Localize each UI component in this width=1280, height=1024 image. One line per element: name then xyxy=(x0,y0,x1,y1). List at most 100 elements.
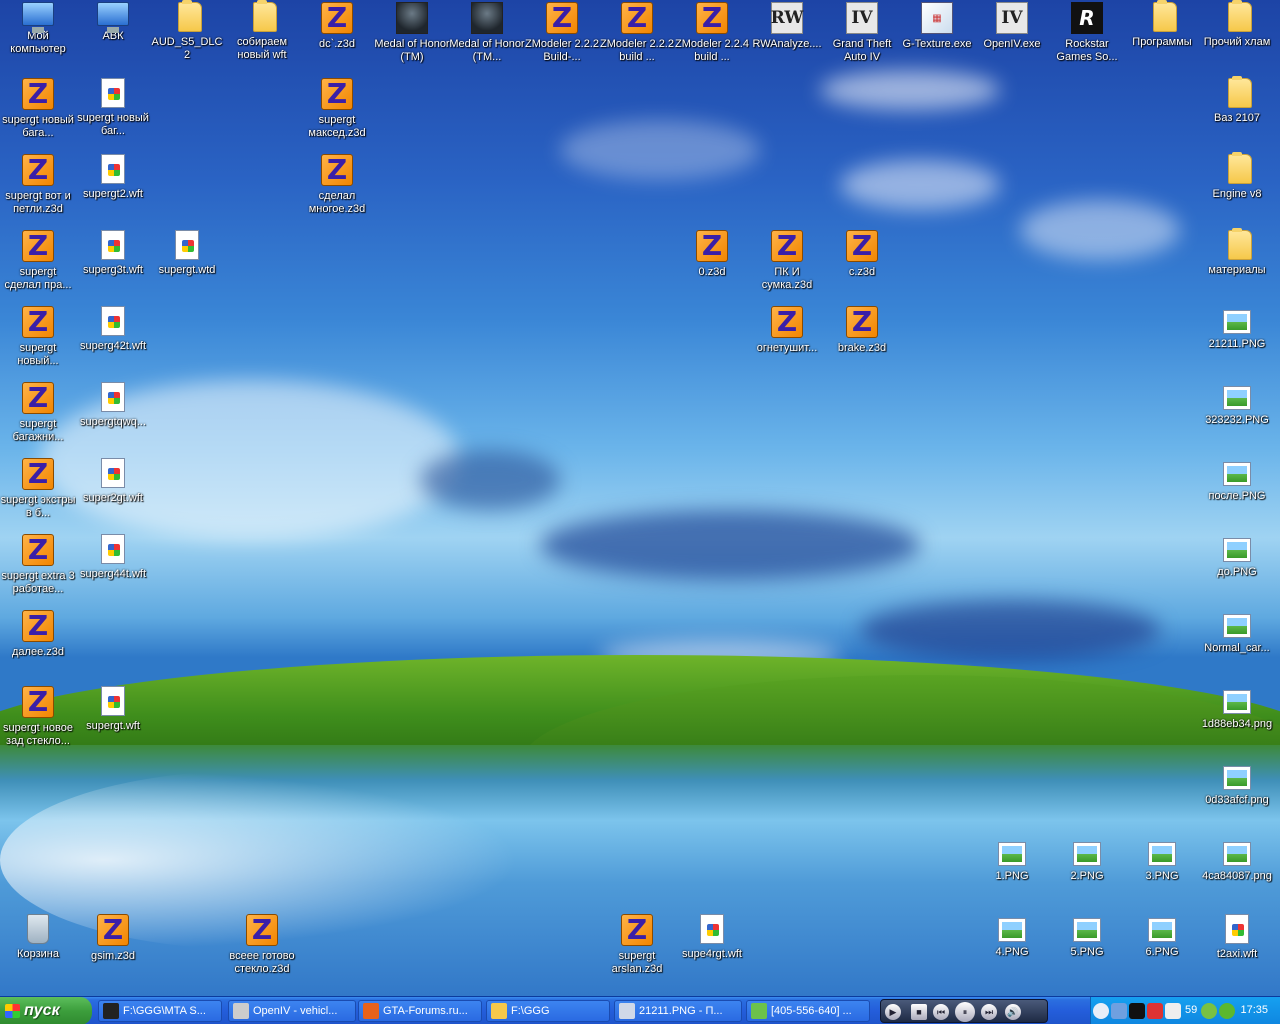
taskbar-button[interactable]: F:\GGG\MTA S... xyxy=(98,1000,222,1022)
desktop-icon[interactable]: supergtqwq... xyxy=(75,380,151,454)
volume-icon[interactable]: 🔊 xyxy=(1005,1004,1021,1020)
desktop-icon[interactable]: ПК И сумка.z3d xyxy=(749,228,825,302)
wft-file-icon xyxy=(101,230,125,260)
play-icon[interactable]: ▶ xyxy=(885,1004,901,1020)
desktop-icon[interactable]: IV OpenIV.exe xyxy=(974,0,1050,74)
desktop-icon[interactable]: 1.PNG xyxy=(974,836,1050,910)
desktop-icon-label: Engine v8 xyxy=(1212,188,1262,200)
desktop-icon[interactable]: superg3t.wft xyxy=(75,228,151,302)
next-icon[interactable]: ⏭ xyxy=(981,1004,997,1020)
pause-icon[interactable]: ⏸ xyxy=(955,1002,975,1022)
windows-logo-icon xyxy=(5,1004,20,1018)
console-icon xyxy=(103,1003,119,1019)
desktop-icon[interactable]: 0.z3d xyxy=(674,228,750,302)
desktop-icon[interactable]: ▦ G-Texture.exe xyxy=(899,0,975,74)
desktop-icon[interactable]: super2gt.wft xyxy=(75,456,151,530)
taskbar-button[interactable]: [405-556-640] ... xyxy=(746,1000,870,1022)
desktop-icon[interactable]: ZModeler 2.2.2 build ... xyxy=(599,0,675,74)
desktop-icon[interactable]: до.PNG xyxy=(1199,532,1275,606)
clock[interactable]: 17:35 xyxy=(1240,1004,1268,1016)
desktop-icon[interactable]: t2axi.wft xyxy=(1199,912,1275,986)
desktop-icon[interactable]: 4.PNG xyxy=(974,912,1050,986)
desktop-icon[interactable]: supergt новый баг... xyxy=(75,76,151,150)
desktop-icon[interactable]: supe4rgt.wft xyxy=(674,912,750,986)
desktop-icon[interactable]: 6.PNG xyxy=(1124,912,1200,986)
desktop-icon[interactable]: 21211.PNG xyxy=(1199,304,1275,378)
desktop-icon[interactable]: 323232.PNG xyxy=(1199,380,1275,454)
desktop-icon[interactable]: 3.PNG xyxy=(1124,836,1200,910)
desktop-icon[interactable]: Прочий хлам xyxy=(1199,0,1275,74)
desktop-icon[interactable]: Программы xyxy=(1124,0,1200,74)
desktop-icon[interactable]: supergt.wft xyxy=(75,684,151,758)
start-button[interactable]: пуск xyxy=(0,997,92,1024)
desktop-icon[interactable]: 4ca84087.png xyxy=(1199,836,1275,910)
desktop-icon[interactable]: сделал многое.z3d xyxy=(299,152,375,226)
desktop-icon[interactable]: огнетушит... xyxy=(749,304,825,378)
desktop-icon[interactable]: supergt.wtd xyxy=(149,228,225,302)
desktop-icon[interactable]: Medal of Honor (TM) xyxy=(374,0,450,74)
agent-icon[interactable] xyxy=(1201,1003,1217,1019)
desktop-icon[interactable]: supergt extra 3 работае... xyxy=(0,532,76,606)
desktop-icon[interactable]: superg42t.wft xyxy=(75,304,151,378)
desktop-icon[interactable]: supergt новый бага... xyxy=(0,76,76,150)
previous-icon[interactable]: ⏮ xyxy=(933,1004,949,1020)
desktop-icon[interactable]: IV Grand Theft Auto IV xyxy=(824,0,900,74)
desktop-icon[interactable]: superg44t.wft xyxy=(75,532,151,606)
desktop-icon[interactable]: gsim.z3d xyxy=(75,912,151,986)
desktop-icon[interactable]: supergt2.wft xyxy=(75,152,151,226)
zmodeler-file-icon xyxy=(246,913,278,946)
folder-icon xyxy=(178,0,202,32)
desktop-icon[interactable]: Normal_car... xyxy=(1199,608,1275,682)
desktop-icon[interactable]: supergt arslan.z3d xyxy=(599,912,675,986)
tray-expand-icon[interactable] xyxy=(1093,1003,1109,1019)
desktop-icon[interactable]: всеее готово стекло.z3d xyxy=(224,912,300,986)
desktop-icon[interactable]: ZModeler 2.2.4 build ... xyxy=(674,0,750,74)
desktop-icon[interactable]: supergt максед.z3d xyxy=(299,76,375,150)
desktop-icon[interactable]: после.PNG xyxy=(1199,456,1275,530)
desktop-icon[interactable]: Engine v8 xyxy=(1199,152,1275,226)
desktop-icon[interactable]: далее.z3d xyxy=(0,608,76,682)
stop-icon[interactable]: ■ xyxy=(911,1004,927,1020)
zmodeler-icon xyxy=(621,1,653,34)
desktop-icon[interactable]: c.z3d xyxy=(824,228,900,302)
taskbar-button[interactable]: F:\GGG xyxy=(486,1000,610,1022)
desktop-icon[interactable]: Мой компьютер xyxy=(0,0,76,74)
icq-icon[interactable] xyxy=(1219,1003,1235,1019)
taskbar-button[interactable]: OpenIV - vehicl... xyxy=(228,1000,356,1022)
desktop-icon-label: supe4rgt.wft xyxy=(682,948,742,960)
desktop-icon[interactable]: supergt багажни... xyxy=(0,380,76,454)
wft-file-icon xyxy=(101,306,125,336)
network-icon[interactable] xyxy=(1111,1003,1127,1019)
desktop-icon[interactable]: собираем новый wft xyxy=(224,0,300,74)
rockstar-tray-icon[interactable] xyxy=(1129,1003,1145,1019)
desktop-icon[interactable]: Корзина xyxy=(0,912,76,986)
desktop-icon[interactable]: 0d33afcf.png xyxy=(1199,760,1275,834)
desktop-icon[interactable]: 5.PNG xyxy=(1049,912,1125,986)
desktop-icon[interactable]: supergt вот и петли.z3d xyxy=(0,152,76,226)
desktop-icon[interactable]: dc`.z3d xyxy=(299,0,375,74)
taskbar-button[interactable]: GTA-Forums.ru... xyxy=(358,1000,482,1022)
mail-icon[interactable] xyxy=(1165,1003,1181,1019)
taskbar-button[interactable]: 21211.PNG - П... xyxy=(614,1000,742,1022)
desktop-icon[interactable]: 2.PNG xyxy=(1049,836,1125,910)
zmodeler-file-icon xyxy=(22,77,54,110)
desktop-icon[interactable]: supergt экстры в б... xyxy=(0,456,76,530)
desktop-icon-label: supergt максед.z3d xyxy=(308,114,366,139)
desktop-icon[interactable]: АВК xyxy=(75,0,151,74)
desktop-icon[interactable]: Medal of Honor (TM... xyxy=(449,0,525,74)
desktop-icon[interactable]: supergt новое зад стекло... xyxy=(0,684,76,758)
antivirus-icon[interactable] xyxy=(1147,1003,1163,1019)
desktop-icon[interactable]: supergt сделал пра... xyxy=(0,228,76,302)
desktop-icon[interactable]: supergt новый... xyxy=(0,304,76,378)
cloud xyxy=(840,160,1000,210)
desktop-icon[interactable]: Ваз 2107 xyxy=(1199,76,1275,150)
desktop-icon[interactable]: 1d88eb34.png xyxy=(1199,684,1275,758)
desktop-icon[interactable]: материалы xyxy=(1199,228,1275,302)
desktop-icon[interactable]: ZModeler 2.2.2 Build-... xyxy=(524,0,600,74)
desktop-icon[interactable]: R Rockstar Games So... xyxy=(1049,0,1125,74)
desktop-icon[interactable]: brake.z3d xyxy=(824,304,900,378)
recycle-bin-icon xyxy=(27,914,49,944)
tray-number[interactable]: 59 xyxy=(1185,1004,1197,1016)
desktop-icon[interactable]: AUD_S5_DLC2 xyxy=(149,0,225,74)
desktop-icon[interactable]: RW RWAnalyze.... xyxy=(749,0,825,74)
